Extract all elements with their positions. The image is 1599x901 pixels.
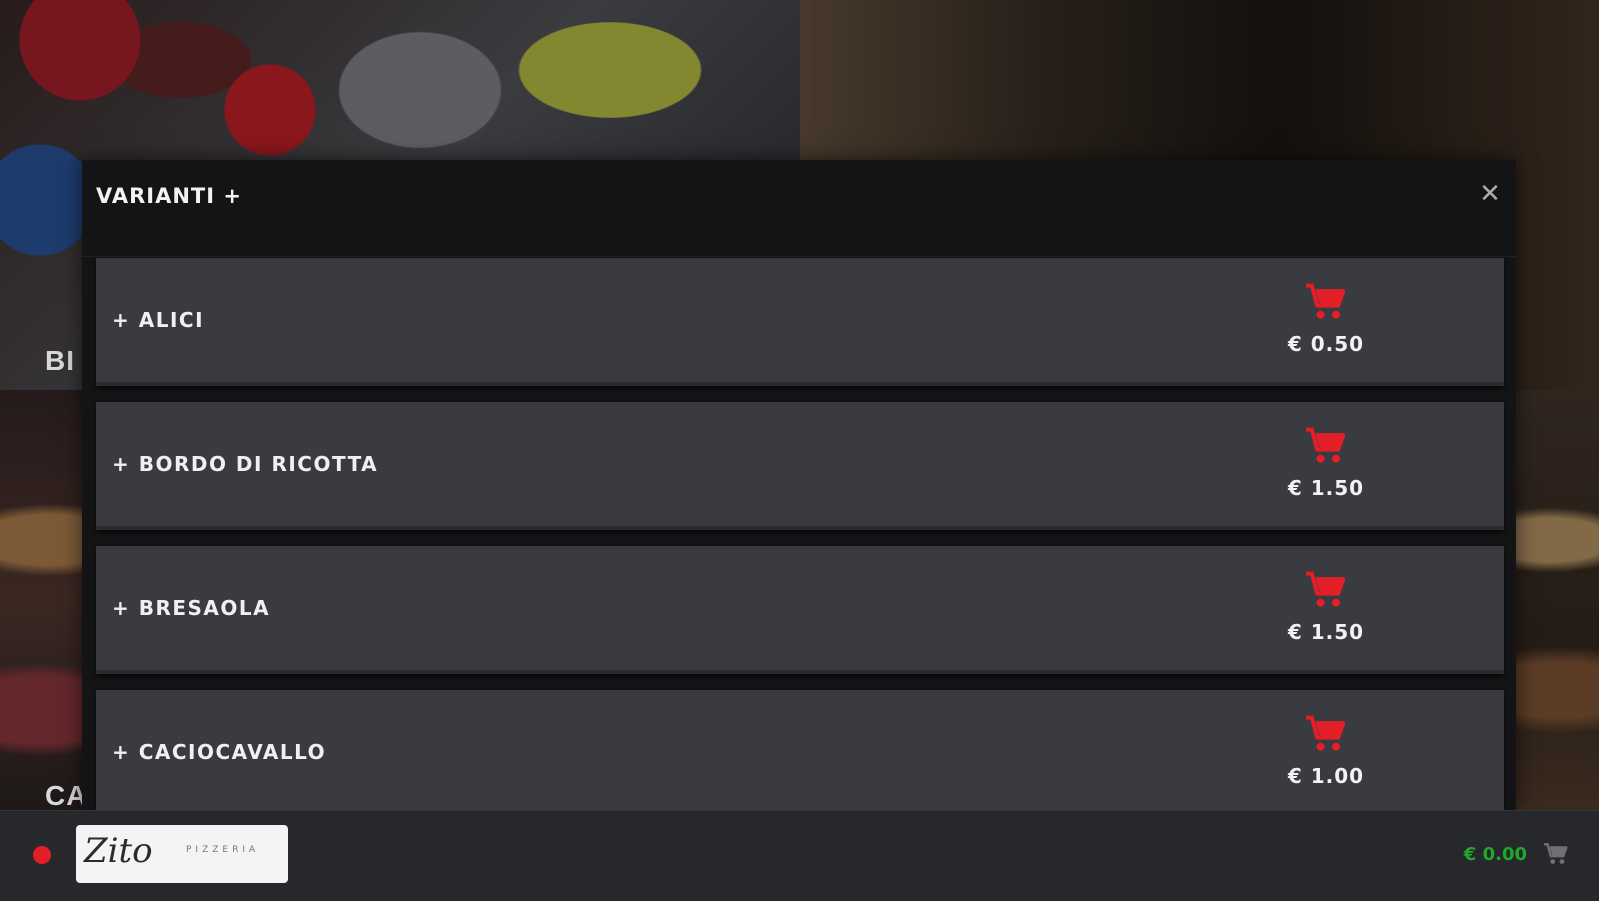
cart-icon[interactable] (1543, 841, 1569, 867)
variant-name: + ALICI (112, 308, 205, 332)
add-to-cart-button[interactable]: € 0.50 (1286, 282, 1366, 356)
variant-name: + BORDO DI RICOTTA (112, 452, 379, 476)
logo-text: PIZZERIA (186, 845, 260, 855)
variant-price: € 1.50 (1287, 620, 1365, 644)
add-to-cart-button[interactable]: € 1.50 (1286, 426, 1366, 500)
variant-row: + CACIOCAVALLO € 1.00 (96, 690, 1504, 810)
variant-row: + BORDO DI RICOTTA € 1.50 (96, 402, 1504, 530)
logo-script: Zito (84, 831, 153, 871)
variant-price: € 1.00 (1287, 764, 1365, 788)
close-icon[interactable]: ✕ (1476, 180, 1504, 208)
variant-row: + ALICI € 0.50 (96, 258, 1504, 386)
variants-modal: VARIANTI + ✕ + ALICI € 0.50 + BORDO DI R… (82, 160, 1516, 810)
cart-icon[interactable] (1304, 426, 1348, 466)
variant-row: + BRESAOLA € 1.50 (96, 546, 1504, 674)
status-indicator-icon (33, 846, 51, 864)
add-to-cart-button[interactable]: € 1.00 (1286, 714, 1366, 788)
modal-title: VARIANTI + (96, 184, 242, 208)
cart-icon[interactable] (1304, 282, 1348, 322)
restaurant-logo[interactable]: Zito PIZZERIA (76, 825, 288, 883)
variant-name: + CACIOCAVALLO (112, 740, 327, 764)
cart-icon[interactable] (1304, 570, 1348, 610)
cart-total: € 0.00 (1463, 844, 1527, 865)
cart-icon[interactable] (1304, 714, 1348, 754)
variant-name: + BRESAOLA (112, 596, 271, 620)
category-label-partial[interactable]: BI (45, 345, 75, 377)
bottom-bar: Zito PIZZERIA € 0.00 (0, 810, 1599, 901)
variant-list: + ALICI € 0.50 + BORDO DI RICOTTA € 1.50… (96, 258, 1504, 810)
variant-price: € 1.50 (1287, 476, 1365, 500)
add-to-cart-button[interactable]: € 1.50 (1286, 570, 1366, 644)
variant-price: € 0.50 (1287, 332, 1365, 356)
modal-header: VARIANTI + ✕ (82, 160, 1516, 257)
